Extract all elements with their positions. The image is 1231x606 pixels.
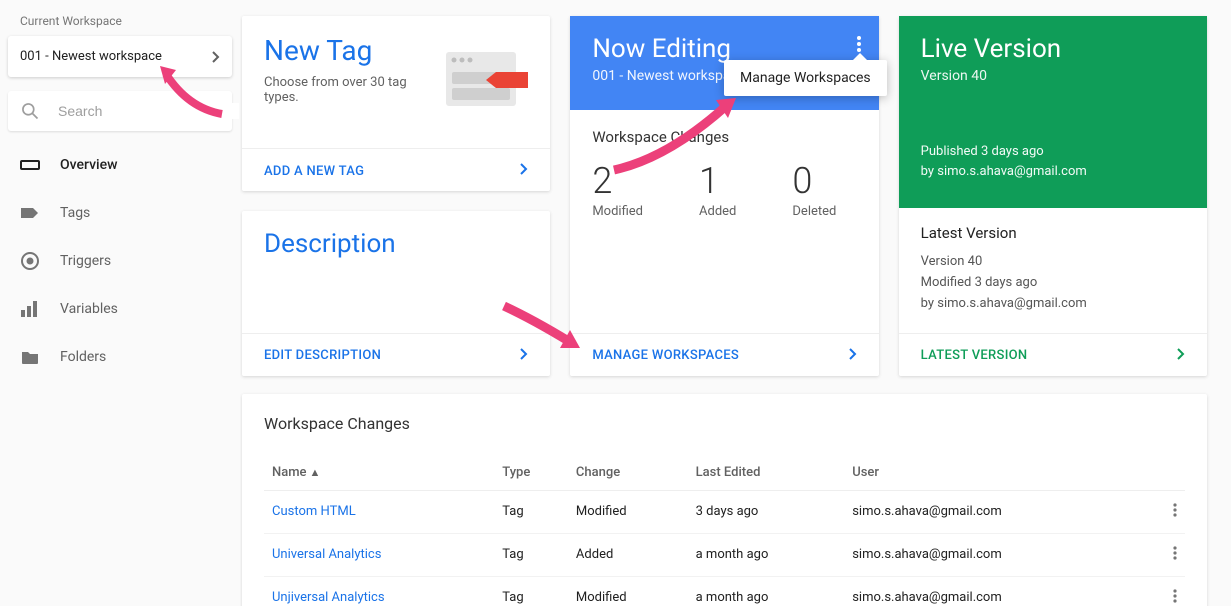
- row-user: simo.s.ahava@gmail.com: [844, 490, 1157, 533]
- trigger-icon: [20, 251, 40, 271]
- stat-added-value: 1: [699, 160, 736, 202]
- sidebar: Current Workspace 001 - Newest workspace: [0, 0, 240, 606]
- col-type[interactable]: Type: [494, 455, 568, 491]
- search-field[interactable]: [8, 91, 232, 131]
- col-user[interactable]: User: [844, 455, 1157, 491]
- nav-label: Folders: [60, 349, 106, 365]
- manage-workspaces-tooltip[interactable]: Manage Workspaces: [724, 60, 887, 96]
- row-name[interactable]: Universal Analytics: [264, 533, 494, 576]
- variables-icon: [20, 299, 40, 319]
- stat-modified-value: 2: [592, 160, 643, 202]
- stat-modified-label: Modified: [592, 204, 643, 219]
- live-version-title: Live Version: [921, 34, 1185, 64]
- workspace-changes-table: Name▲ Type Change Last Edited User Custo…: [264, 455, 1185, 606]
- search-icon: [20, 101, 40, 121]
- workspace-changes-heading: Workspace Changes: [592, 128, 856, 146]
- row-menu-button[interactable]: [1157, 576, 1185, 606]
- overview-icon: [20, 155, 40, 175]
- col-change[interactable]: Change: [568, 455, 688, 491]
- chevron-right-icon: [849, 348, 857, 364]
- row-change: Added: [568, 533, 688, 576]
- nav-tags[interactable]: Tags: [0, 189, 240, 237]
- chevron-right-icon: [212, 51, 220, 63]
- row-last-edited: a month ago: [688, 533, 845, 576]
- description-title: Description: [264, 229, 528, 259]
- row-menu-button[interactable]: [1157, 490, 1185, 533]
- workspace-changes-table-title: Workspace Changes: [264, 414, 1185, 433]
- nav-overview[interactable]: Overview: [0, 141, 240, 189]
- live-published-line: Published 3 days ago: [921, 142, 1185, 162]
- latest-version-label: LATEST VERSION: [921, 348, 1028, 363]
- workspace-selector[interactable]: 001 - Newest workspace: [8, 36, 232, 77]
- row-menu-button[interactable]: [1157, 533, 1185, 576]
- description-card: Description EDIT DESCRIPTION: [242, 211, 550, 375]
- nav-label: Overview: [60, 157, 117, 173]
- edit-description-button[interactable]: EDIT DESCRIPTION: [242, 333, 550, 376]
- chevron-right-icon: [520, 348, 528, 364]
- row-name[interactable]: Unjiversal Analytics: [264, 576, 494, 606]
- current-workspace-label: Current Workspace: [0, 14, 240, 36]
- latest-modified-line: Modified 3 days ago: [921, 273, 1185, 294]
- table-row: Unjiversal AnalyticsTagModifieda month a…: [264, 576, 1185, 606]
- live-version-card: Live Version Version 40 Published 3 days…: [899, 16, 1207, 376]
- workspace-name: 001 - Newest workspace: [20, 49, 162, 64]
- chevron-right-icon: [1177, 348, 1185, 364]
- row-user: simo.s.ahava@gmail.com: [844, 533, 1157, 576]
- row-last-edited: 3 days ago: [688, 490, 845, 533]
- new-tag-desc: Choose from over 30 tag types.: [264, 75, 434, 105]
- search-input[interactable]: [58, 103, 239, 119]
- now-editing-card: Now Editing 001 - Newest workspace Manag…: [570, 16, 878, 376]
- latest-version-number: Version 40: [921, 252, 1185, 273]
- row-change: Modified: [568, 490, 688, 533]
- tag-illustration: [440, 46, 528, 112]
- row-type: Tag: [494, 490, 568, 533]
- main-content: New Tag Choose from over 30 tag types.: [240, 0, 1231, 606]
- nav-folders[interactable]: Folders: [0, 333, 240, 381]
- latest-version-heading: Latest Version: [921, 224, 1185, 242]
- live-version-subtitle: Version 40: [921, 68, 1185, 84]
- edit-description-label: EDIT DESCRIPTION: [264, 348, 381, 363]
- add-new-tag-button[interactable]: ADD A NEW TAG: [242, 148, 550, 191]
- sort-asc-icon: ▲: [310, 466, 321, 479]
- new-tag-card: New Tag Choose from over 30 tag types.: [242, 16, 550, 191]
- row-last-edited: a month ago: [688, 576, 845, 606]
- row-type: Tag: [494, 576, 568, 606]
- row-change: Modified: [568, 576, 688, 606]
- stat-added-label: Added: [699, 204, 736, 219]
- workspace-changes-table-card: Workspace Changes Name▲ Type Change Last…: [242, 394, 1207, 606]
- live-by-line: by simo.s.ahava@gmail.com: [921, 162, 1185, 182]
- col-last-edited[interactable]: Last Edited: [688, 455, 845, 491]
- nav-label: Triggers: [60, 253, 111, 269]
- row-name[interactable]: Custom HTML: [264, 490, 494, 533]
- manage-workspaces-button[interactable]: MANAGE WORKSPACES: [570, 333, 878, 376]
- tag-icon: [20, 203, 40, 223]
- stat-deleted-value: 0: [792, 160, 836, 202]
- col-name[interactable]: Name▲: [264, 455, 494, 491]
- row-type: Tag: [494, 533, 568, 576]
- row-user: simo.s.ahava@gmail.com: [844, 576, 1157, 606]
- nav-variables[interactable]: Variables: [0, 285, 240, 333]
- latest-version-button[interactable]: LATEST VERSION: [899, 333, 1207, 376]
- folder-icon: [20, 347, 40, 367]
- add-new-tag-label: ADD A NEW TAG: [264, 164, 364, 179]
- nav-triggers[interactable]: Triggers: [0, 237, 240, 285]
- nav-label: Tags: [60, 205, 90, 221]
- manage-workspaces-label: MANAGE WORKSPACES: [592, 348, 739, 363]
- latest-by-line: by simo.s.ahava@gmail.com: [921, 294, 1185, 315]
- table-row: Universal AnalyticsTagAddeda month agosi…: [264, 533, 1185, 576]
- table-row: Custom HTMLTagModified3 days agosimo.s.a…: [264, 490, 1185, 533]
- nav-label: Variables: [60, 301, 118, 317]
- chevron-right-icon: [520, 163, 528, 179]
- nav: Overview Tags Triggers Variables: [0, 141, 240, 381]
- stat-deleted-label: Deleted: [792, 204, 836, 219]
